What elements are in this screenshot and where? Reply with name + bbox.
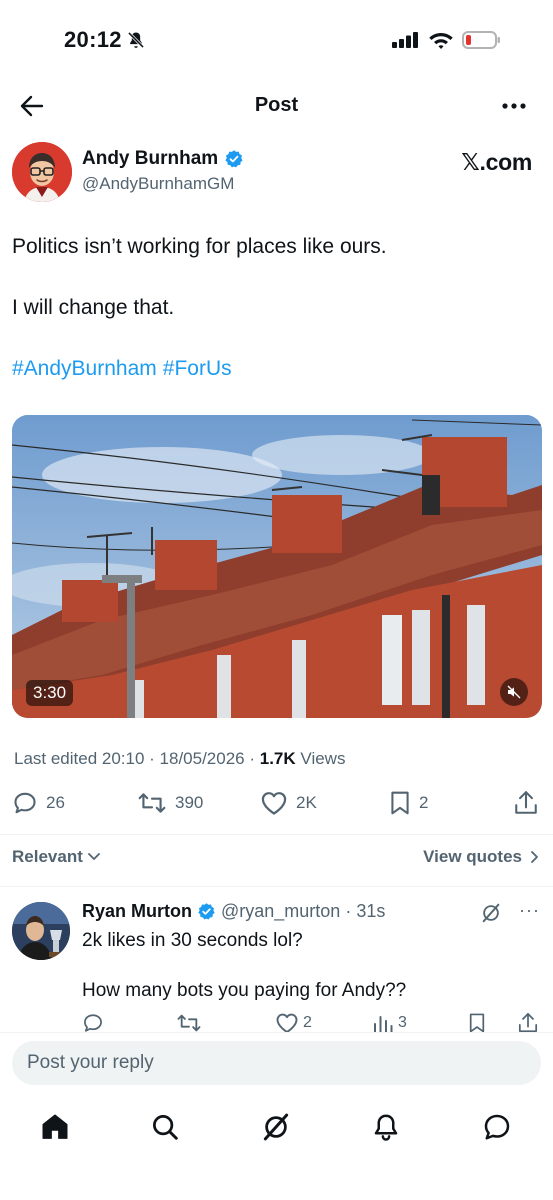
mute-toggle-button[interactable] bbox=[500, 678, 528, 706]
heart-icon bbox=[261, 792, 287, 815]
cellular-signal-icon bbox=[392, 32, 420, 53]
verified-badge-icon bbox=[225, 150, 243, 168]
bell-off-icon bbox=[126, 30, 146, 55]
post-text: Politics isn’t working for places like o… bbox=[12, 232, 542, 384]
repost-button[interactable]: 390 bbox=[137, 790, 203, 816]
hashtag-link[interactable]: #AndyBurnham bbox=[12, 357, 157, 380]
hashtags: #AndyBurnham #ForUs bbox=[12, 354, 542, 384]
grok-button[interactable] bbox=[480, 902, 502, 929]
bookmark-button[interactable]: 2 bbox=[389, 790, 428, 816]
share-button[interactable] bbox=[514, 790, 538, 816]
views-label: Views bbox=[300, 749, 346, 768]
engagement-bar: 26 390 2K 2 bbox=[12, 786, 542, 822]
post-text-line: Politics isn’t working for places like o… bbox=[12, 235, 387, 258]
tab-notifications[interactable] bbox=[369, 1110, 403, 1144]
reply-bookmark-button[interactable] bbox=[468, 1012, 486, 1032]
reply-icon bbox=[84, 1014, 102, 1032]
reply-count: 26 bbox=[46, 793, 65, 812]
post-video[interactable]: 3:30 bbox=[12, 415, 542, 718]
grok-icon bbox=[482, 903, 500, 923]
tab-grok[interactable] bbox=[259, 1110, 293, 1144]
reply-reply-button[interactable] bbox=[82, 1012, 104, 1032]
divider bbox=[0, 1032, 553, 1033]
reply-like-count: 2 bbox=[303, 1014, 312, 1031]
more-horizontal-icon bbox=[502, 103, 526, 109]
reply-input[interactable] bbox=[12, 1041, 541, 1085]
reply-author-name[interactable]: Ryan Murton bbox=[82, 901, 192, 922]
reply-more-button[interactable]: ··· bbox=[519, 900, 540, 921]
replies-sort-row: Relevant View quotes bbox=[12, 842, 540, 872]
repost-count: 390 bbox=[175, 793, 204, 812]
repost-icon bbox=[177, 1014, 201, 1032]
reply-header: Ryan Murton @ryan_murton · 31s bbox=[82, 901, 385, 922]
reply-engagement-bar: 2 3 bbox=[82, 1012, 542, 1032]
sort-label: Relevant bbox=[12, 847, 83, 866]
reply-button[interactable]: 26 bbox=[12, 790, 65, 816]
tab-explore[interactable] bbox=[148, 1110, 182, 1144]
views-chart-icon bbox=[374, 1016, 393, 1032]
reply-author-handle[interactable]: @ryan_murton bbox=[221, 901, 340, 922]
reply-post[interactable]: Ryan Murton @ryan_murton · 31s ··· 2k li… bbox=[12, 898, 542, 1032]
reply-share-button[interactable] bbox=[518, 1012, 538, 1032]
reply-text: 2k likes in 30 seconds lol? How many bot… bbox=[82, 928, 532, 1003]
share-icon bbox=[518, 1013, 538, 1032]
reply-timestamp[interactable]: · 31s bbox=[345, 901, 385, 922]
status-time: 20:12 bbox=[64, 27, 122, 52]
reply-icon bbox=[14, 792, 36, 814]
view-quotes-link[interactable]: View quotes bbox=[423, 847, 540, 867]
view-quotes-label: View quotes bbox=[423, 847, 522, 866]
bookmark-icon bbox=[469, 1013, 485, 1032]
bottom-tab-bar bbox=[0, 1095, 553, 1161]
post-meta: Last edited 20:10 · 18/05/2026 · 1.7K Vi… bbox=[14, 749, 345, 769]
wifi-icon bbox=[428, 30, 454, 55]
edited-timestamp[interactable]: Last edited 20:10 · 18/05/2026 bbox=[14, 749, 245, 768]
repost-icon bbox=[138, 793, 166, 813]
meta-separator: · bbox=[244, 749, 260, 768]
bookmark-icon bbox=[391, 791, 409, 815]
reply-repost-button[interactable] bbox=[176, 1012, 202, 1032]
post-author: Andy Burnham @AndyBurnhamGM 𝕏.com bbox=[12, 140, 542, 204]
chevron-right-icon bbox=[531, 851, 538, 863]
chevron-down-icon bbox=[87, 853, 100, 860]
grok-icon bbox=[263, 1113, 289, 1141]
battery-low-icon bbox=[462, 30, 502, 55]
author-name[interactable]: Andy Burnham bbox=[82, 148, 218, 170]
author-name-row[interactable]: Andy Burnham bbox=[82, 148, 244, 170]
video-duration: 3:30 bbox=[26, 680, 74, 706]
search-icon bbox=[153, 1115, 178, 1140]
messages-icon bbox=[484, 1114, 510, 1140]
like-count: 2K bbox=[296, 793, 317, 812]
verified-badge-icon bbox=[198, 903, 215, 920]
divider bbox=[0, 886, 553, 887]
reply-like-button[interactable]: 2 bbox=[275, 1012, 312, 1032]
page-title: Post bbox=[254, 94, 299, 116]
reply-views-button[interactable]: 3 bbox=[372, 1012, 407, 1032]
x-com-watermark: 𝕏.com bbox=[461, 149, 532, 175]
hashtag-link[interactable]: #ForUs bbox=[163, 357, 232, 380]
home-icon bbox=[42, 1114, 68, 1139]
avatar[interactable] bbox=[12, 902, 70, 960]
sort-relevant-dropdown[interactable]: Relevant bbox=[12, 847, 101, 867]
heart-icon bbox=[276, 1013, 298, 1032]
tab-messages[interactable] bbox=[480, 1110, 514, 1144]
author-avatar[interactable] bbox=[12, 142, 72, 202]
author-handle[interactable]: @AndyBurnhamGM bbox=[82, 174, 234, 194]
divider bbox=[0, 834, 553, 835]
reply-text-line: How many bots you paying for Andy?? bbox=[82, 980, 407, 1001]
share-icon bbox=[515, 791, 537, 814]
views-count: 1.7K bbox=[259, 749, 296, 768]
top-navigation: Post bbox=[0, 80, 553, 132]
more-options-button[interactable] bbox=[499, 92, 529, 120]
reply-text-line: 2k likes in 30 seconds lol? bbox=[82, 930, 303, 951]
reply-views-count: 3 bbox=[398, 1014, 407, 1031]
video-thumbnail bbox=[12, 415, 542, 718]
post-text-line: I will change that. bbox=[12, 296, 175, 319]
reply-composer[interactable] bbox=[12, 1041, 541, 1085]
bookmark-count: 2 bbox=[419, 793, 429, 812]
like-button[interactable]: 2K bbox=[260, 790, 317, 816]
speaker-muted-icon bbox=[507, 685, 521, 699]
tab-home[interactable] bbox=[38, 1110, 72, 1144]
notifications-icon bbox=[374, 1114, 398, 1141]
status-bar: 20:12 bbox=[0, 0, 553, 80]
